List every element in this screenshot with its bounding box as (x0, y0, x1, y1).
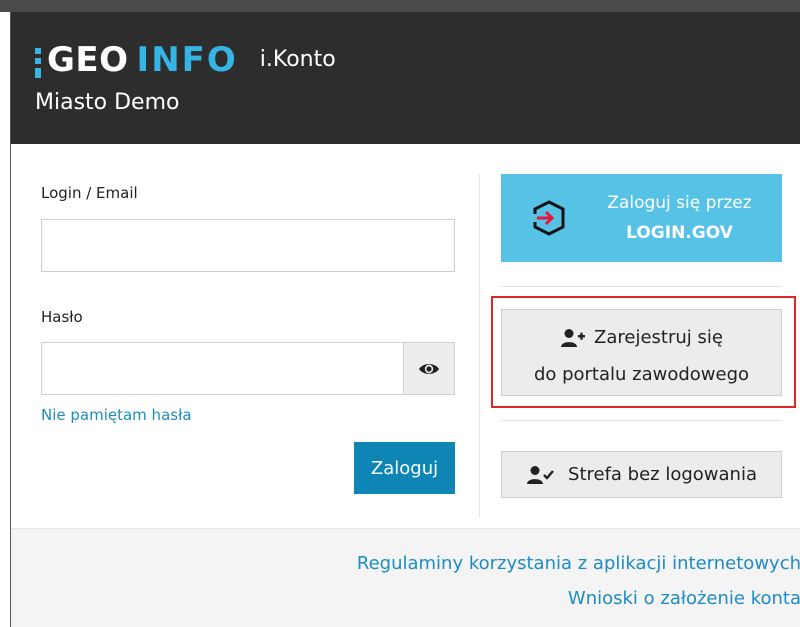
login-email-input[interactable] (41, 219, 455, 272)
register-line1: Zarejestruj się (594, 327, 723, 348)
login-gov-button[interactable]: Zaloguj się przez LOGIN.GOV (501, 174, 782, 262)
browser-top-strip (0, 0, 800, 12)
login-gov-text: Zaloguj się przez LOGIN.GOV (569, 188, 782, 248)
logo-info-text: INFO (136, 40, 238, 80)
login-submit-button[interactable]: Zaloguj (354, 442, 455, 494)
password-input[interactable] (41, 342, 404, 395)
password-label: Hasło (41, 308, 83, 326)
logo-mark-icon (35, 44, 43, 78)
user-check-icon (526, 465, 554, 485)
divider-bottom (501, 420, 781, 421)
app-name: i.Konto (259, 47, 336, 72)
terms-link[interactable]: Regulaminy korzystania z aplikacji inter… (357, 553, 800, 574)
login-gov-line1: Zaloguj się przez (607, 193, 752, 213)
eye-icon (419, 363, 439, 374)
logo-geo-text: GEO (47, 40, 129, 80)
header: GEO INFO i.Konto Miasto Demo (11, 12, 800, 144)
login-form: Login / Email Hasło Nie pamiętam hasła Z… (11, 144, 800, 528)
city-name: Miasto Demo (35, 90, 180, 115)
forgot-password-link[interactable]: Nie pamiętam hasła (41, 406, 192, 424)
login-label: Login / Email (41, 184, 138, 202)
footer: Regulaminy korzystania z aplikacji inter… (11, 528, 800, 627)
login-gov-icon (532, 200, 565, 236)
login-gov-line2: LOGIN.GOV (626, 223, 733, 243)
register-button[interactable]: Zarejestruj się do portalu zawodowego (501, 309, 782, 396)
geoinfo-logo: GEO INFO i.Konto (35, 34, 336, 78)
divider-top (501, 286, 781, 287)
column-divider (479, 174, 480, 518)
login-window: GEO INFO i.Konto Miasto Demo Login / Ema… (10, 12, 800, 627)
show-password-button[interactable] (403, 342, 455, 395)
no-login-zone-label: Strefa bez logowania (568, 464, 757, 485)
account-requests-link[interactable]: Wnioski o założenie konta (568, 588, 800, 609)
no-login-zone-button[interactable]: Strefa bez logowania (501, 451, 782, 498)
register-line2: do portalu zawodowego (533, 364, 750, 385)
user-plus-icon (560, 328, 586, 348)
